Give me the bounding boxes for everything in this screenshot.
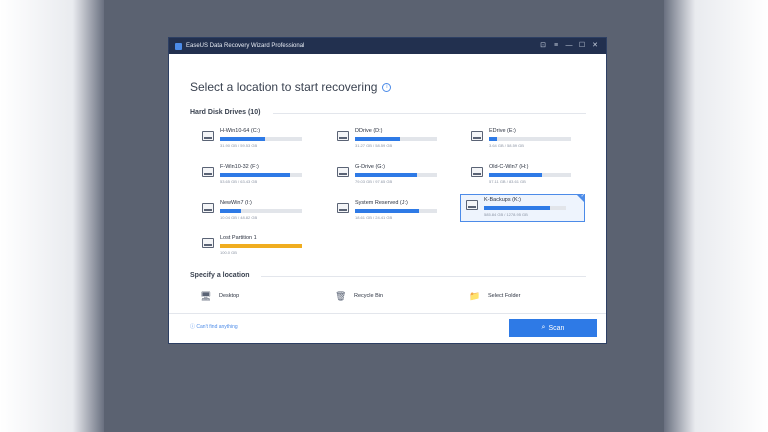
recycle-bin-icon: 🗑 xyxy=(335,291,347,301)
drive-usage-bar xyxy=(484,206,566,210)
location-desktop[interactable]: 🖥 Desktop xyxy=(200,291,240,301)
drive-item[interactable]: EDrive (E:) 3.64 GB / 58.59 GB xyxy=(466,126,586,152)
drive-size: 79.03 GB / 97.65 GB xyxy=(355,179,393,184)
drive-item[interactable]: Lost Partition 1 100.0 GB xyxy=(197,233,317,259)
right-margin xyxy=(664,0,768,432)
drive-name: K-Backups (K:) xyxy=(484,197,521,203)
drive-usage-bar xyxy=(355,209,437,213)
location-label: Recycle Bin xyxy=(354,293,384,299)
app-logo-icon xyxy=(175,42,182,50)
drive-name: F-Win10-32 (F:) xyxy=(220,164,259,170)
drive-item[interactable]: System Reserved (J:) 18.61 GB / 24.41 GB xyxy=(332,198,452,224)
drive-usage-bar xyxy=(489,173,571,177)
minimize-button[interactable]: — xyxy=(564,41,574,51)
menu-icon[interactable]: ≡ xyxy=(551,41,561,51)
close-button[interactable]: ✕ xyxy=(590,41,600,51)
footer-divider xyxy=(169,313,606,314)
app-window: EaseUS Data Recovery Wizard Professional… xyxy=(169,38,606,343)
drive-usage-bar xyxy=(220,173,302,177)
drive-name: EDrive (E:) xyxy=(489,128,516,134)
drive-name: NewWin7 (I:) xyxy=(220,200,252,206)
scan-button-label: Scan xyxy=(548,324,565,332)
hard-drive-icon xyxy=(471,131,483,141)
hard-drive-icon xyxy=(202,238,214,248)
drive-item[interactable]: DDrive (D:) 31.27 GB / 58.59 GB xyxy=(332,126,452,152)
help-link-text: Can't find anything xyxy=(196,324,238,330)
hard-disk-section-label: Hard Disk Drives (10) xyxy=(190,109,261,116)
drive-size: 18.61 GB / 24.41 GB xyxy=(355,215,393,220)
drive-size: 585.84 GB / 1278.95 GB xyxy=(484,212,528,217)
selected-check-icon: ✓ xyxy=(576,194,585,203)
page-heading: Select a location to start recovering i xyxy=(190,80,392,94)
drive-item[interactable]: G-Drive (G:) 79.03 GB / 97.65 GB xyxy=(332,162,452,188)
drive-size: 3.64 GB / 58.59 GB xyxy=(489,143,524,148)
drive-size: 57.11 GB / 83.61 GB xyxy=(489,179,526,184)
title-bar: EaseUS Data Recovery Wizard Professional… xyxy=(169,38,606,54)
hard-drive-icon xyxy=(337,131,349,141)
scan-button[interactable]: ⌕ Scan xyxy=(509,319,597,337)
divider xyxy=(273,113,586,114)
divider xyxy=(261,276,586,277)
drive-item[interactable]: NewWin7 (I:) 10.04 GB / 48.82 GB xyxy=(197,198,317,224)
location-label: Desktop xyxy=(219,293,240,299)
hard-drive-icon xyxy=(202,203,214,213)
info-icon[interactable]: i xyxy=(382,82,392,92)
drive-name: G-Drive (G:) xyxy=(355,164,385,170)
specify-location-label: Specify a location xyxy=(190,272,250,279)
window-title: EaseUS Data Recovery Wizard Professional xyxy=(186,43,305,49)
drive-size: 100.0 GB xyxy=(220,250,237,255)
location-recycle-bin[interactable]: 🗑 Recycle Bin xyxy=(335,291,384,301)
drive-item[interactable]: H-Win10-64 (C:) 31.90 GB / 59.53 GB xyxy=(197,126,317,152)
desktop-icon: 🖥 xyxy=(200,291,212,301)
drive-usage-bar xyxy=(489,137,571,141)
drive-name: Old-C-Win7 (H:) xyxy=(489,164,529,170)
activate-icon[interactable]: ⊡ xyxy=(538,41,548,51)
drive-name: Lost Partition 1 xyxy=(220,235,257,241)
left-margin xyxy=(0,0,104,432)
scan-icon: ⌕ xyxy=(541,324,546,331)
drive-item[interactable]: Old-C-Win7 (H:) 57.11 GB / 83.61 GB xyxy=(466,162,586,188)
hard-drive-icon xyxy=(466,200,478,210)
drive-name: H-Win10-64 (C:) xyxy=(220,128,261,134)
page-heading-text: Select a location to start recovering xyxy=(190,80,378,94)
location-select-folder[interactable]: 📁 Select Folder xyxy=(469,291,521,301)
drive-size: 10.04 GB / 48.82 GB xyxy=(220,215,258,220)
drive-size: 31.90 GB / 59.53 GB xyxy=(220,143,258,148)
hard-drive-icon xyxy=(202,131,214,141)
hard-drive-icon xyxy=(337,203,349,213)
drive-item-selected[interactable]: K-Backups (K:) 585.84 GB / 1278.95 GB ✓ xyxy=(460,194,585,222)
drive-size: 53.65 GB / 63.43 GB xyxy=(220,179,258,184)
drive-usage-bar xyxy=(355,137,437,141)
location-label: Select Folder xyxy=(488,293,521,299)
drive-usage-bar xyxy=(220,244,302,248)
drive-usage-bar xyxy=(220,137,302,141)
maximize-button[interactable]: ☐ xyxy=(577,41,587,51)
hard-drive-icon xyxy=(337,167,349,177)
hard-drive-icon xyxy=(471,167,483,177)
drive-usage-bar xyxy=(355,173,437,177)
hard-drive-icon xyxy=(202,167,214,177)
drive-usage-bar xyxy=(220,209,302,213)
drive-item[interactable]: F-Win10-32 (F:) 53.65 GB / 63.43 GB xyxy=(197,162,317,188)
drive-name: DDrive (D:) xyxy=(355,128,383,134)
drive-size: 31.27 GB / 58.59 GB xyxy=(355,143,393,148)
help-link[interactable]: ⓘ Can't find anything xyxy=(190,323,238,330)
folder-icon: 📁 xyxy=(469,291,481,301)
drive-name: System Reserved (J:) xyxy=(355,200,408,206)
